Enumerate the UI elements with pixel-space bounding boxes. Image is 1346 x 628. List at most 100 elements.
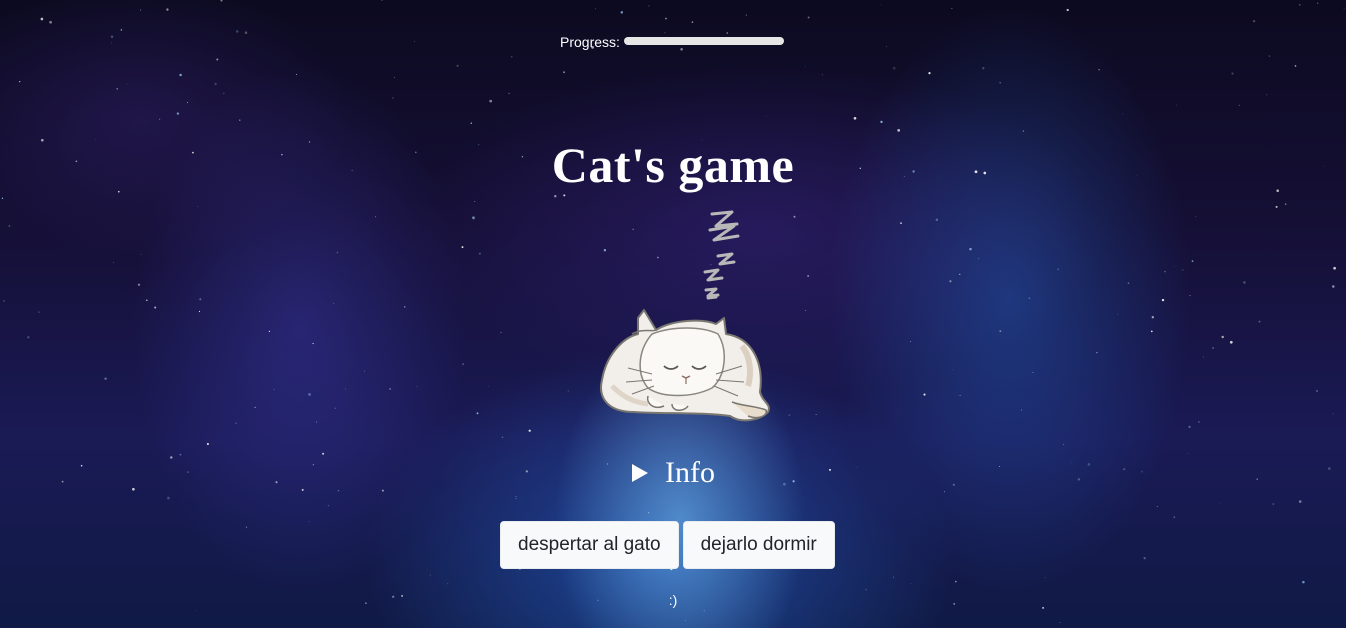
star [1343,8,1345,10]
star [487,385,489,387]
star [462,363,464,365]
star [268,330,271,333]
star [1066,8,1069,12]
footer-smiley: :) [668,592,678,608]
star [1221,335,1224,339]
star [1258,320,1261,323]
star [389,388,391,390]
star [308,521,310,523]
star [1173,266,1175,268]
star [648,5,650,7]
star [620,11,624,14]
star [40,17,44,21]
star [166,8,169,11]
star [334,407,336,409]
star [254,406,256,408]
star [554,195,557,198]
star [828,468,832,471]
star [893,576,895,578]
star [206,442,209,446]
star [1316,390,1318,392]
star [928,71,931,75]
star [214,82,217,86]
star [804,65,806,67]
star [3,300,5,302]
star [126,83,127,85]
star [8,224,11,227]
star [563,194,566,197]
star [110,35,114,39]
star [239,119,241,121]
star [1189,295,1191,297]
star [1057,268,1060,271]
star [1219,502,1221,504]
star [805,310,807,312]
star [853,116,857,120]
star [187,471,189,473]
star [783,482,786,486]
star [446,582,449,585]
zzz-icon [703,210,740,300]
star [1317,2,1319,4]
star [429,574,431,576]
info-disclosure[interactable]: Info [632,456,715,490]
star [476,412,479,415]
star [336,251,339,254]
star [104,377,107,380]
star [951,7,953,9]
star [952,483,955,486]
star [113,262,115,264]
star [594,8,596,10]
star [909,340,912,342]
star [1332,413,1334,415]
star [1188,425,1191,428]
star [179,73,182,77]
star [1299,4,1301,6]
star [80,464,83,467]
star [179,453,182,456]
star [1294,65,1297,67]
star [865,589,867,591]
star [1266,94,1268,96]
star [27,336,30,339]
star [1,197,4,199]
star [197,206,199,208]
star [116,88,118,90]
star [999,82,1001,84]
star [1096,351,1098,354]
star [1032,372,1034,374]
star [1256,478,1258,481]
star [49,20,52,24]
star [167,496,170,500]
wake-cat-button[interactable]: despertar al gato [500,521,679,569]
star [19,80,21,83]
star [999,465,1001,468]
let-sleep-button[interactable]: dejarlo dormir [682,521,835,569]
star [404,306,406,308]
star [308,393,311,396]
star [170,456,173,459]
star [821,74,823,76]
star [220,0,223,2]
star [1229,340,1233,344]
star [1156,506,1158,507]
star [703,610,705,612]
star [137,283,141,286]
star [1028,297,1031,300]
star [765,115,767,117]
star [954,580,957,583]
star [1302,580,1305,584]
star [301,488,304,491]
star [154,306,157,309]
star [528,429,531,432]
star [1151,316,1154,319]
star [472,216,475,220]
star [567,390,569,392]
star [275,481,278,484]
star [1268,55,1271,57]
star [416,386,418,387]
star [392,97,394,99]
star [375,216,377,218]
star [515,496,517,498]
star [1022,130,1025,132]
